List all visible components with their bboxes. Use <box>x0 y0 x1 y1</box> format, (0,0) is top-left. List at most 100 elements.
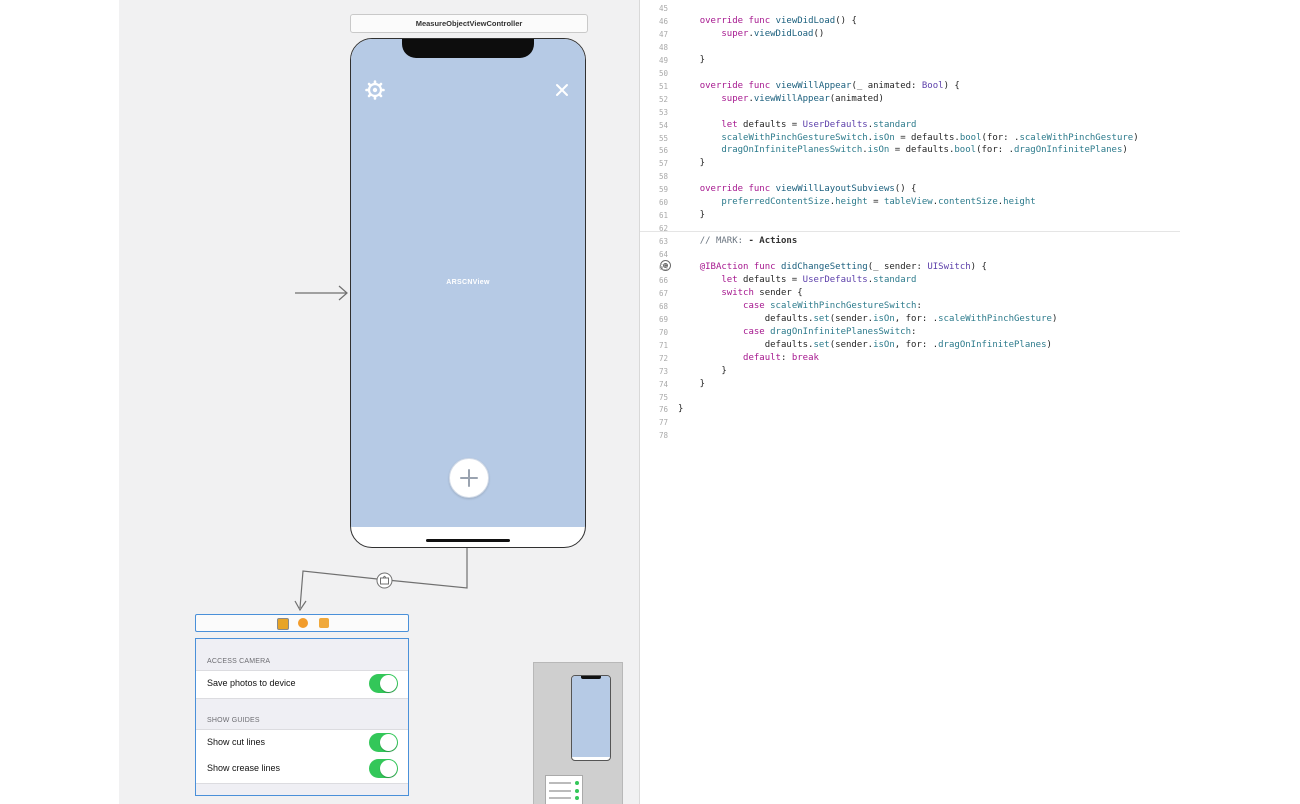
line-number: 47 <box>658 29 668 39</box>
code-text: default: break <box>743 352 819 363</box>
exit-icon[interactable] <box>319 618 329 628</box>
code-line[interactable]: 51 override func viewWillAppear(_ animat… <box>640 80 1180 93</box>
storyboard-minimap[interactable] <box>533 662 623 804</box>
add-button[interactable] <box>449 458 489 498</box>
show-crease-lines-switch[interactable] <box>369 759 398 778</box>
arscn-view[interactable]: ARSCNView <box>351 39 585 527</box>
line-number: 65 <box>658 263 668 272</box>
code-line[interactable]: 76} <box>640 403 1180 416</box>
storyboard-canvas[interactable]: MeasureObjectViewController ARSCNView AC… <box>119 0 640 804</box>
iphone-frame[interactable]: ARSCNView <box>350 38 586 548</box>
code-text: let defaults = UserDefaults.standard <box>721 119 917 130</box>
show-cut-lines-switch[interactable] <box>369 733 398 752</box>
code-line[interactable]: 55 scaleWithPinchGestureSwitch.isOn = de… <box>640 132 1180 145</box>
code-line[interactable]: 59 override func viewWillLayoutSubviews(… <box>640 183 1180 196</box>
code-editor[interactable]: 45 46 override func viewDidLoad() {47 sup… <box>640 0 1300 804</box>
line-number: 59 <box>658 185 668 195</box>
code-text: override func viewWillLayoutSubviews() { <box>699 184 917 195</box>
table-row[interactable]: Show cut lines <box>196 729 408 758</box>
code-line[interactable]: 50 <box>640 67 1180 80</box>
minimap-phone <box>571 675 611 761</box>
scene-dock[interactable] <box>195 614 409 632</box>
line-number: 48 <box>658 42 668 52</box>
code-line[interactable]: 46 override func viewDidLoad() { <box>640 15 1180 28</box>
code-line[interactable]: 73 } <box>640 365 1180 378</box>
view-controller-icon[interactable] <box>277 618 289 630</box>
home-indicator <box>426 539 510 542</box>
popover-segue-icon[interactable] <box>376 572 393 589</box>
code-line[interactable]: 70 case dragOnInfinitePlanesSwitch: <box>640 326 1180 339</box>
line-number: 53 <box>658 107 668 117</box>
code-line[interactable]: 72 default: break <box>640 352 1180 365</box>
code-line[interactable]: 58 <box>640 170 1180 183</box>
code-line[interactable]: 78 <box>640 429 1180 442</box>
code-line[interactable]: 45 <box>640 2 1180 15</box>
cell-label: Show crease lines <box>207 763 281 773</box>
table-row[interactable]: Show crease lines <box>196 756 408 784</box>
code-line[interactable]: 62 <box>640 222 1180 235</box>
close-icon[interactable] <box>554 82 570 98</box>
code-line[interactable]: 77 <box>640 416 1180 429</box>
code-line[interactable]: 64 <box>640 248 1180 261</box>
line-number: 77 <box>658 418 668 428</box>
line-number: 52 <box>658 94 668 104</box>
line-number: 66 <box>658 275 668 285</box>
code-text: // MARK: - Actions <box>699 236 798 247</box>
settings-table-view[interactable]: ACCESS CAMERA Save photos to device SHOW… <box>195 638 409 796</box>
code-text: } <box>678 158 706 169</box>
code-line[interactable]: 54 let defaults = UserDefaults.standard <box>640 119 1180 132</box>
line-number: 67 <box>658 288 668 298</box>
code-text: case dragOnInfinitePlanesSwitch: <box>743 326 917 337</box>
code-line[interactable]: 47 super.viewDidLoad() <box>640 28 1180 41</box>
line-number: 58 <box>658 172 668 182</box>
plus-icon <box>460 469 478 487</box>
line-number: 56 <box>658 146 668 156</box>
arscn-view-label: ARSCNView <box>446 279 490 286</box>
code-line[interactable]: 56 dragOnInfinitePlanesSwitch.isOn = def… <box>640 144 1180 157</box>
cell-label: Save photos to device <box>207 678 296 688</box>
code-line[interactable]: 63 // MARK: - Actions <box>640 235 1180 248</box>
table-row[interactable]: Save photos to device <box>196 670 408 699</box>
line-number: 63 <box>658 237 668 247</box>
line-number: 55 <box>658 133 668 143</box>
line-number: 68 <box>658 301 668 311</box>
section-header-show-guides: SHOW GUIDES <box>207 717 260 724</box>
code-line[interactable]: 49 } <box>640 54 1180 67</box>
code-line[interactable]: 52 super.viewWillAppear(animated) <box>640 93 1180 106</box>
code-text: super.viewWillAppear(animated) <box>721 93 884 104</box>
code-text: override func viewWillAppear(_ animated:… <box>699 80 960 91</box>
code-line[interactable]: 74 } <box>640 378 1180 391</box>
code-text: scaleWithPinchGestureSwitch.isOn = defau… <box>721 132 1139 143</box>
code-text: } <box>678 365 727 376</box>
code-line[interactable]: 61 } <box>640 209 1180 222</box>
save-photos-switch[interactable] <box>369 674 398 693</box>
line-number: 69 <box>658 314 668 324</box>
line-number: 60 <box>658 198 668 208</box>
line-number: 75 <box>658 392 668 402</box>
code-line[interactable]: 69 defaults.set(sender.isOn, for: .scale… <box>640 313 1180 326</box>
code-text: let defaults = UserDefaults.standard <box>721 274 917 285</box>
code-text: } <box>678 54 706 65</box>
code-line[interactable]: 71 defaults.set(sender.isOn, for: .dragO… <box>640 339 1180 352</box>
scene-title[interactable]: MeasureObjectViewController <box>350 14 588 33</box>
line-number: 72 <box>658 353 668 363</box>
code-line[interactable]: 60 preferredContentSize.height = tableVi… <box>640 196 1180 209</box>
code-text: @IBAction func didChangeSetting(_ sender… <box>699 262 987 272</box>
code-line[interactable]: 65 @IBAction func didChangeSetting(_ sen… <box>640 261 1180 274</box>
code-line[interactable]: 68 case scaleWithPinchGestureSwitch: <box>640 300 1180 313</box>
gear-icon[interactable] <box>365 80 385 100</box>
code-line[interactable]: 53 <box>640 106 1180 119</box>
code-text: dragOnInfinitePlanesSwitch.isOn = defaul… <box>721 145 1128 156</box>
line-number: 50 <box>658 68 668 78</box>
line-number: 64 <box>658 250 668 260</box>
cell-label: Show cut lines <box>207 737 266 747</box>
code-line[interactable]: 75 <box>640 391 1180 404</box>
code-line[interactable]: 66 let defaults = UserDefaults.standard <box>640 274 1180 287</box>
first-responder-icon[interactable] <box>298 618 308 628</box>
code-line[interactable]: 57 } <box>640 157 1180 170</box>
line-number: 71 <box>658 340 668 350</box>
line-number: 54 <box>658 120 668 130</box>
line-number: 49 <box>658 55 668 65</box>
code-line[interactable]: 67 switch sender { <box>640 287 1180 300</box>
code-line[interactable]: 48 <box>640 41 1180 54</box>
